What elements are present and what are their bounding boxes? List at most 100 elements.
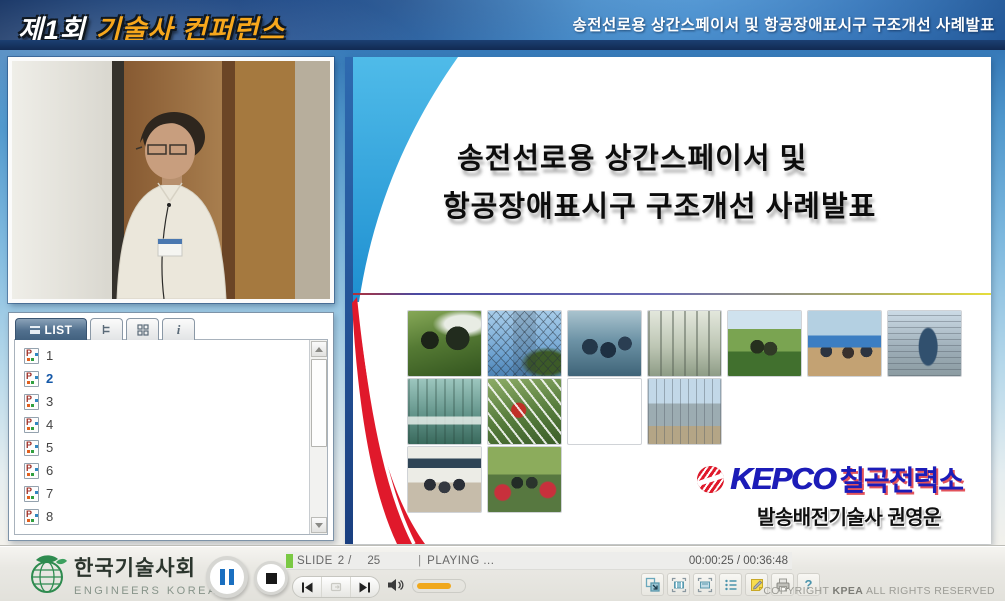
volume-level (417, 583, 451, 589)
tab-outline[interactable] (90, 318, 123, 340)
next-icon (357, 581, 373, 594)
list-item[interactable]: 5 (17, 436, 305, 459)
list-icon (30, 326, 40, 334)
photo-substation-worker (888, 311, 961, 376)
list-item[interactable]: 1 (17, 344, 305, 367)
presenter-video (8, 57, 334, 303)
time-display: 00:00:25 / 00:36:48 (689, 555, 788, 567)
list-scrollbar[interactable] (309, 340, 327, 534)
photo-substation-yard (648, 379, 721, 444)
slide-view: 송전선로용 상간스페이서 및 항공장애표시구 구조개선 사례발표 KEPCO (345, 57, 991, 544)
photo-helmet-workers (568, 379, 641, 444)
list-item-label: 2 (46, 371, 53, 386)
photo-control-room (408, 379, 481, 444)
slide-current: 2 (338, 555, 344, 567)
next-slide-button[interactable] (350, 577, 379, 597)
arrow-down-icon (315, 523, 323, 528)
list-item[interactable]: 9 (17, 528, 305, 532)
photo-group-flowers (488, 447, 561, 512)
slide-doc-icon (24, 348, 39, 364)
list-item[interactable]: 7 (17, 482, 305, 505)
slide-transport-controls (292, 576, 380, 598)
swap-layout-icon (645, 577, 661, 593)
slide-doc-icon (24, 440, 39, 456)
org-name-kr: 한국기술사회 (74, 552, 218, 582)
header-banner: 제1회기술사 컨퍼런스 송전선로용 상간스페이서 및 항공장애표시구 구조개선 … (0, 0, 1005, 50)
slide-label: SLIDE (297, 555, 333, 567)
slide-title-line1: 송전선로용 상간스페이서 및 (443, 135, 876, 183)
volume-slider[interactable] (412, 579, 466, 593)
engineers-korea-emblem (26, 552, 68, 596)
sync-slide-button[interactable] (321, 577, 350, 597)
list-item-label: 3 (46, 394, 53, 409)
list-item[interactable]: 6 (17, 459, 305, 482)
scroll-down-button[interactable] (311, 517, 327, 533)
list-item-label: 1 (46, 348, 53, 363)
list-item-label: 7 (46, 486, 53, 501)
tab-list-label: LIST (45, 323, 73, 337)
sync-icon (329, 581, 344, 594)
speaker-icon (386, 577, 406, 593)
photo-transmission-tower (488, 311, 561, 376)
kepco-ball-icon (697, 466, 724, 493)
grid-icon (136, 323, 149, 336)
tab-info[interactable]: i (162, 318, 195, 340)
kepco-office-name: 칠곡전력소 (839, 459, 963, 499)
list-item[interactable]: 8 (17, 505, 305, 528)
presentation-title: 송전선로용 상간스페이서 및 항공장애표시구 구조개선 사례발표 (572, 13, 995, 35)
pause-icon (229, 569, 234, 585)
tab-thumbnails[interactable] (126, 318, 159, 340)
presenter-video-frame (12, 61, 330, 299)
outline-tree-icon (100, 323, 113, 336)
photo-group-banner (808, 311, 881, 376)
photo-row-3 (408, 447, 561, 512)
photo-insulator-line (488, 379, 561, 444)
previous-slide-button[interactable] (293, 577, 321, 597)
index-list-button[interactable] (719, 573, 742, 596)
slide-list: 1 2 3 4 5 6 7 8 9 10 (17, 344, 305, 532)
stop-button[interactable] (254, 561, 288, 595)
org-name-en: ENGINEERS KOREA (74, 585, 218, 597)
slide-list-panel: LIST i 1 (8, 312, 334, 541)
slide-divider-line (353, 293, 991, 295)
copyright-notice: COPYRIGHT KPEA ALL RIGHTS RESERVED (763, 585, 995, 597)
photo-field-survey (728, 311, 801, 376)
list-item-label: 5 (46, 440, 53, 455)
list-item-label: 8 (46, 509, 53, 524)
slide-list-box: 1 2 3 4 5 6 7 8 9 10 (14, 339, 328, 535)
scrollbar-thumb[interactable] (311, 359, 327, 447)
video-fullscreen-button[interactable] (667, 573, 690, 596)
list-item[interactable]: 3 (17, 390, 305, 413)
photo-row-2 (408, 379, 721, 444)
mute-button[interactable] (386, 577, 406, 598)
copyright-prefix: COPYRIGHT (763, 585, 829, 597)
slide-slash: / (348, 555, 351, 567)
kepco-logo: KEPCO 칠곡전력소 (697, 459, 963, 499)
slide-title: 송전선로용 상간스페이서 및 항공장애표시구 구조개선 사례발표 (443, 135, 876, 231)
list-item[interactable]: 4 (17, 413, 305, 436)
slide-fullscreen-button[interactable] (693, 573, 716, 596)
list-item-label: 4 (46, 417, 53, 432)
info-icon: i (177, 322, 181, 338)
playback-status: PLAYING ... (427, 555, 494, 567)
kepco-wordmark: KEPCO (730, 461, 835, 497)
event-number: 제1회 (18, 15, 86, 45)
photo-switchgear (648, 311, 721, 376)
player-footer: 한국기술사회 ENGINEERS KOREA SLIDE 2 / 25 | PL… (0, 545, 1005, 601)
scroll-up-button[interactable] (311, 341, 327, 357)
photo-meeting-room (408, 447, 481, 512)
copyright-org: KPEA (832, 585, 863, 597)
list-item-label: 6 (46, 463, 53, 478)
tab-list[interactable]: LIST (15, 318, 87, 340)
list-panel-tabs: LIST i (14, 317, 328, 340)
stop-icon (266, 573, 277, 584)
slide-doc-icon (24, 371, 39, 387)
swap-layout-button[interactable] (641, 573, 664, 596)
list-item[interactable]: 2 (17, 367, 305, 390)
video-zoom-icon (671, 577, 687, 593)
pause-icon (220, 569, 225, 585)
index-list-icon (723, 577, 739, 593)
pause-button[interactable] (206, 556, 248, 598)
presentation-player-window: 제1회기술사 컨퍼런스 송전선로용 상간스페이서 및 항공장애표시구 구조개선 … (0, 0, 1005, 601)
photo-plant-workers (568, 311, 641, 376)
